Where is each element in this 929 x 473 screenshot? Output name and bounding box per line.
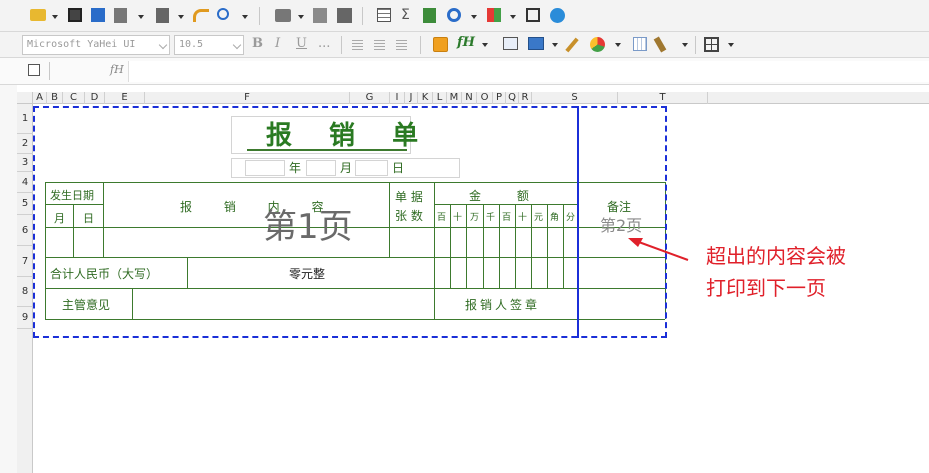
bold-button[interactable]: B (252, 36, 263, 51)
annotation-line-1: 超出的内容会被 (706, 244, 846, 268)
open-folder-icon[interactable] (30, 9, 46, 21)
underline-button[interactable]: U (296, 36, 307, 51)
left-gutter (0, 85, 17, 473)
row-header-5[interactable]: 5 (17, 193, 33, 215)
print-dropdown-icon[interactable] (298, 15, 304, 19)
collapse-icon[interactable] (550, 8, 565, 23)
row-header-4[interactable]: 4 (17, 172, 33, 193)
font-size-value: 10.5 (179, 39, 204, 50)
search-icon[interactable] (217, 8, 229, 20)
page-dropdown-icon[interactable] (138, 15, 144, 19)
fill-color-icon[interactable] (433, 37, 448, 52)
more-format-button[interactable]: ... (318, 36, 330, 51)
spreadsheet-area: ABCDEFGIJKLMNOPQRST 123456789 报 销 单 年 月 … (0, 85, 929, 473)
font-size-select[interactable]: 10.5 (174, 35, 244, 55)
edit-icon[interactable] (28, 64, 40, 76)
column-header-s[interactable]: S (532, 92, 618, 104)
font-size-chevron-down-icon (232, 40, 242, 50)
row-header-7[interactable]: 7 (17, 246, 33, 277)
column-header-a[interactable]: A (33, 92, 47, 104)
chart-dropdown-icon[interactable] (615, 43, 621, 47)
column-header-o[interactable]: O (477, 92, 493, 104)
column-header-c[interactable]: C (63, 92, 85, 104)
table-icon[interactable] (377, 8, 391, 22)
column-header-bar: ABCDEFGIJKLMNOPQRST (33, 92, 929, 104)
row-header-8[interactable]: 8 (17, 277, 33, 307)
row-header-9[interactable]: 9 (17, 307, 33, 329)
formula-fx-icon[interactable]: fH (110, 63, 124, 76)
column-header-g[interactable]: G (350, 92, 390, 104)
fullscreen-icon[interactable] (526, 8, 540, 22)
column-header-b[interactable]: B (47, 92, 63, 104)
column-header-j[interactable]: J (405, 92, 418, 104)
column-header-k[interactable]: K (418, 92, 433, 104)
borders-icon[interactable] (704, 37, 719, 52)
font-name-value: Microsoft YaHei UI (27, 39, 136, 50)
open-dropdown-icon[interactable] (52, 15, 58, 19)
row-header-2[interactable]: 2 (17, 134, 33, 154)
calculator-icon[interactable] (423, 8, 436, 23)
annotation-line-2: 打印到下一页 (706, 276, 826, 300)
border-grid-icon[interactable] (633, 37, 647, 51)
gear-dropdown-icon[interactable] (471, 15, 477, 19)
borders-dropdown-icon[interactable] (728, 43, 734, 47)
color-grid-dropdown-icon[interactable] (510, 15, 516, 19)
row-header-bar: 123456789 (17, 104, 33, 473)
text-box-icon[interactable] (503, 37, 518, 50)
printer-setup-icon[interactable] (337, 8, 352, 23)
paste-dropdown-icon[interactable] (178, 15, 184, 19)
sum-icon[interactable]: Σ (401, 7, 410, 23)
column-header-d[interactable]: D (85, 92, 105, 104)
print-icon[interactable] (275, 9, 291, 22)
page-break-line (577, 106, 579, 338)
function-dropdown-icon[interactable] (482, 43, 488, 47)
row-header-6[interactable]: 6 (17, 215, 33, 246)
column-header-n[interactable]: N (462, 92, 477, 104)
font-name-select[interactable]: Microsoft YaHei UI (22, 35, 170, 55)
column-header-t[interactable]: T (618, 92, 708, 104)
chart-pie-icon[interactable] (590, 37, 605, 52)
column-header-l[interactable]: L (433, 92, 447, 104)
search-dropdown-icon[interactable] (242, 15, 248, 19)
align-right-icon[interactable] (396, 40, 407, 50)
undo-icon[interactable] (193, 9, 209, 22)
column-header-m[interactable]: M (447, 92, 462, 104)
color-grid-icon[interactable] (487, 8, 501, 22)
row-header-1[interactable]: 1 (17, 104, 33, 134)
format-painter-dropdown-icon[interactable] (682, 43, 688, 47)
function-icon[interactable]: fH (457, 35, 475, 50)
formula-input[interactable] (128, 61, 929, 82)
formula-bar: fH (0, 58, 929, 85)
align-center-icon[interactable] (374, 40, 385, 50)
column-header-r[interactable]: R (519, 92, 532, 104)
paste-icon[interactable] (156, 8, 169, 23)
print-preview-icon[interactable] (313, 8, 327, 23)
column-header-p[interactable]: P (493, 92, 506, 104)
italic-button[interactable]: I (275, 36, 280, 51)
column-header-f[interactable]: F (145, 92, 350, 104)
image-icon[interactable] (528, 37, 544, 50)
font-name-chevron-down-icon (158, 40, 168, 50)
save-icon[interactable] (68, 8, 82, 22)
select-all-corner[interactable] (17, 92, 33, 104)
print-area-border (33, 106, 667, 338)
gear-icon[interactable] (447, 8, 461, 22)
image-dropdown-icon[interactable] (552, 43, 558, 47)
align-left-icon[interactable] (352, 40, 363, 50)
main-toolbar: Σ (0, 0, 929, 32)
save-as-icon[interactable] (91, 8, 105, 22)
column-header-e[interactable]: E (105, 92, 145, 104)
page-icon[interactable] (114, 8, 127, 23)
row-header-3[interactable]: 3 (17, 154, 33, 172)
column-header-i[interactable]: I (390, 92, 405, 104)
column-header-q[interactable]: Q (506, 92, 519, 104)
